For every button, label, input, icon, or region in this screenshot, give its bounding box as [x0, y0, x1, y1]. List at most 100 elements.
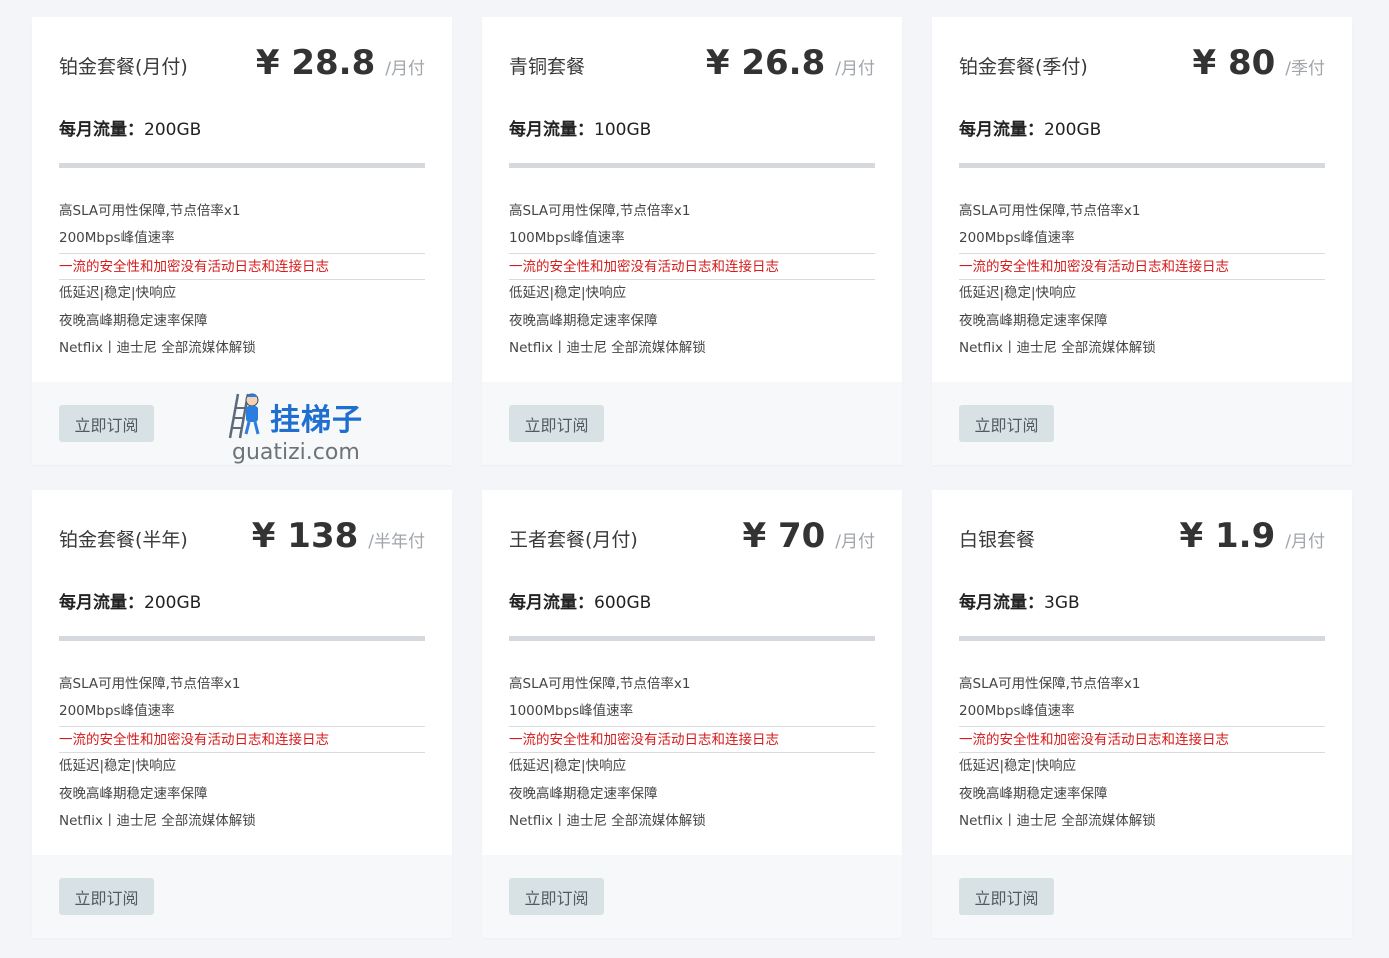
traffic-value: 3GB — [1044, 593, 1080, 613]
monthly-traffic: 每月流量：200GB — [59, 588, 201, 613]
feature-item: 高SLA可用性保障,节点倍率x1 — [959, 203, 1141, 219]
traffic-label: 每月流量： — [959, 120, 1044, 140]
feature-item: Netflix丨迪士尼 全部流媒体解锁 — [59, 339, 256, 356]
traffic-label: 每月流量： — [509, 120, 594, 140]
plan-card-header: 白银套餐 ¥ 1.9 /月付 — [959, 490, 1325, 590]
plan-name: 王者套餐(月付) — [509, 529, 638, 551]
feature-item: 夜晚高峰期稳定速率保障 — [959, 312, 1108, 329]
subscribe-button[interactable]: 立即订阅 — [509, 878, 604, 915]
plan-card-footer: 立即订阅 — [932, 855, 1352, 938]
feature-item: Netflix丨迪士尼 全部流媒体解锁 — [959, 812, 1156, 829]
billing-period: /月付 — [385, 59, 425, 79]
plan-card-footer: 立即订阅 — [482, 382, 902, 465]
plan-name: 铂金套餐(半年) — [59, 529, 188, 551]
monthly-traffic: 每月流量：200GB — [59, 115, 201, 140]
divider-bar — [959, 636, 1325, 641]
subscribe-button[interactable]: 立即订阅 — [959, 405, 1054, 442]
monthly-traffic: 每月流量：200GB — [959, 115, 1101, 140]
feature-item: 高SLA可用性保障,节点倍率x1 — [59, 676, 241, 692]
traffic-label: 每月流量： — [59, 593, 144, 613]
feature-list: 高SLA可用性保障,节点倍率x1 200Mbps峰值速率 一流的安全性和加密没有… — [59, 671, 425, 835]
billing-period: /半年付 — [368, 532, 425, 552]
feature-item: Netflix丨迪士尼 全部流媒体解锁 — [509, 812, 706, 829]
plan-card: 铂金套餐(月付) ¥ 28.8 /月付 每月流量：200GB 高SLA可用性保障… — [32, 17, 452, 465]
price-block: ¥ 26.8 /月付 — [706, 43, 875, 83]
subscribe-button[interactable]: 立即订阅 — [59, 878, 154, 915]
feature-item: 低延迟|稳定|快响应 — [59, 285, 177, 302]
feature-item: 夜晚高峰期稳定速率保障 — [59, 785, 208, 802]
feature-item: 高SLA可用性保障,节点倍率x1 — [509, 203, 691, 219]
feature-item: 200Mbps峰值速率 — [959, 230, 1075, 247]
feature-item: 低延迟|稳定|快响应 — [959, 758, 1077, 775]
price-block: ¥ 138 /半年付 — [252, 516, 425, 556]
traffic-label: 每月流量： — [959, 593, 1044, 613]
plan-name: 铂金套餐(月付) — [59, 56, 188, 78]
traffic-label: 每月流量： — [509, 593, 594, 613]
feature-list: 高SLA可用性保障,节点倍率x1 100Mbps峰值速率 一流的安全性和加密没有… — [509, 198, 875, 362]
plan-card-footer: 立即订阅 — [32, 855, 452, 938]
price-block: ¥ 1.9 /月付 — [1180, 516, 1325, 556]
billing-period: /月付 — [835, 532, 875, 552]
traffic-label: 每月流量： — [59, 120, 144, 140]
feature-item: Netflix丨迪士尼 全部流媒体解锁 — [959, 339, 1156, 356]
feature-item: 高SLA可用性保障,节点倍率x1 — [509, 676, 691, 692]
plan-price: ¥ 28.8 — [255, 43, 376, 83]
monthly-traffic: 每月流量：100GB — [509, 115, 651, 140]
plan-card-header: 铂金套餐(季付) ¥ 80 /季付 — [959, 17, 1325, 117]
price-block: ¥ 28.8 /月付 — [256, 43, 425, 83]
divider-bar — [959, 163, 1325, 168]
plan-card: 铂金套餐(季付) ¥ 80 /季付 每月流量：200GB 高SLA可用性保障,节… — [932, 17, 1352, 465]
feature-item: 200Mbps峰值速率 — [959, 703, 1075, 720]
traffic-value: 200GB — [144, 593, 202, 613]
billing-period: /月付 — [835, 59, 875, 79]
plan-card-body: 白银套餐 ¥ 1.9 /月付 每月流量：3GB 高SLA可用性保障,节点倍率x1… — [932, 490, 1352, 855]
traffic-value: 200GB — [1044, 120, 1102, 140]
monthly-traffic: 每月流量：3GB — [959, 588, 1080, 613]
feature-item: 低延迟|稳定|快响应 — [509, 285, 627, 302]
feature-item: 夜晚高峰期稳定速率保障 — [509, 785, 658, 802]
subscribe-button[interactable]: 立即订阅 — [959, 878, 1054, 915]
feature-item: 夜晚高峰期稳定速率保障 — [509, 312, 658, 329]
plan-card-header: 青铜套餐 ¥ 26.8 /月付 — [509, 17, 875, 117]
plan-price: ¥ 70 — [742, 516, 826, 556]
feature-list: 高SLA可用性保障,节点倍率x1 200Mbps峰值速率 一流的安全性和加密没有… — [959, 198, 1325, 362]
plan-card: 铂金套餐(半年) ¥ 138 /半年付 每月流量：200GB 高SLA可用性保障… — [32, 490, 452, 938]
feature-item: 夜晚高峰期稳定速率保障 — [59, 312, 208, 329]
plan-card: 白银套餐 ¥ 1.9 /月付 每月流量：3GB 高SLA可用性保障,节点倍率x1… — [932, 490, 1352, 938]
subscribe-button[interactable]: 立即订阅 — [509, 405, 604, 442]
price-block: ¥ 80 /季付 — [1192, 43, 1325, 83]
plan-card: 王者套餐(月付) ¥ 70 /月付 每月流量：600GB 高SLA可用性保障,节… — [482, 490, 902, 938]
feature-item: Netflix丨迪士尼 全部流媒体解锁 — [59, 812, 256, 829]
feature-item: Netflix丨迪士尼 全部流媒体解锁 — [509, 339, 706, 356]
plan-price: ¥ 1.9 — [1179, 516, 1276, 556]
feature-list: 高SLA可用性保障,节点倍率x1 200Mbps峰值速率 一流的安全性和加密没有… — [959, 671, 1325, 835]
feature-item: 低延迟|稳定|快响应 — [509, 758, 627, 775]
plan-card-footer: 立即订阅 — [482, 855, 902, 938]
traffic-value: 100GB — [594, 120, 652, 140]
plan-card-header: 铂金套餐(月付) ¥ 28.8 /月付 — [59, 17, 425, 117]
divider-bar — [509, 636, 875, 641]
traffic-value: 600GB — [594, 593, 652, 613]
plan-card-body: 青铜套餐 ¥ 26.8 /月付 每月流量：100GB 高SLA可用性保障,节点倍… — [482, 17, 902, 382]
traffic-value: 200GB — [144, 120, 202, 140]
plan-price: ¥ 26.8 — [705, 43, 826, 83]
plan-card-footer: 立即订阅 — [32, 382, 452, 465]
plan-card-body: 王者套餐(月付) ¥ 70 /月付 每月流量：600GB 高SLA可用性保障,节… — [482, 490, 902, 855]
billing-period: /季付 — [1285, 59, 1325, 79]
feature-item-highlight: 一流的安全性和加密没有活动日志和连接日志 — [959, 252, 1325, 281]
plan-name: 白银套餐 — [959, 529, 1036, 551]
feature-item: 100Mbps峰值速率 — [509, 230, 625, 247]
feature-item: 200Mbps峰值速率 — [59, 230, 175, 247]
feature-item: 低延迟|稳定|快响应 — [959, 285, 1077, 302]
divider-bar — [509, 163, 875, 168]
plan-card-header: 王者套餐(月付) ¥ 70 /月付 — [509, 490, 875, 590]
feature-list: 高SLA可用性保障,节点倍率x1 1000Mbps峰值速率 一流的安全性和加密没… — [509, 671, 875, 835]
subscribe-button[interactable]: 立即订阅 — [59, 405, 154, 442]
feature-item-highlight: 一流的安全性和加密没有活动日志和连接日志 — [509, 252, 875, 281]
feature-item-highlight: 一流的安全性和加密没有活动日志和连接日志 — [509, 725, 875, 754]
feature-item: 低延迟|稳定|快响应 — [59, 758, 177, 775]
feature-item: 高SLA可用性保障,节点倍率x1 — [959, 676, 1141, 692]
feature-item-highlight: 一流的安全性和加密没有活动日志和连接日志 — [59, 725, 425, 754]
plan-grid: 铂金套餐(月付) ¥ 28.8 /月付 每月流量：200GB 高SLA可用性保障… — [32, 17, 1352, 938]
divider-bar — [59, 163, 425, 168]
